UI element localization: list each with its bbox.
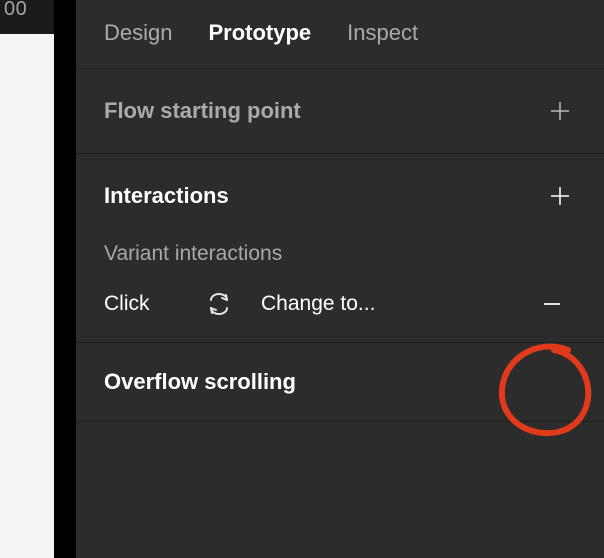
overflow-section: Overflow scrolling [76,343,604,422]
add-interaction-button[interactable] [544,180,576,212]
right-panel: Design Prototype Inspect Flow starting p… [76,0,604,558]
tab-prototype[interactable]: Prototype [208,20,311,46]
add-flow-button[interactable] [544,95,576,127]
interactions-title: Interactions [104,183,229,209]
panel-tabs: Design Prototype Inspect [76,0,604,69]
variant-interactions-label: Variant interactions [104,242,576,266]
flow-section: Flow starting point [76,69,604,154]
plus-icon [549,100,571,122]
remove-interaction-button[interactable] [528,292,576,316]
swap-icon [199,293,239,315]
plus-icon [549,185,571,207]
interaction-trigger: Click [104,292,199,316]
ruler-value: 00 [4,0,27,21]
overflow-title: Overflow scrolling [104,369,296,395]
interaction-action: Change to... [239,292,528,316]
tab-design[interactable]: Design [104,20,172,46]
interaction-row[interactable]: Click Change to... [104,292,576,316]
flow-title: Flow starting point [104,98,301,124]
minus-icon [540,292,564,316]
tab-inspect[interactable]: Inspect [347,20,418,46]
interactions-section: Interactions Variant interactions Click [76,154,604,343]
canvas-area [0,34,54,558]
